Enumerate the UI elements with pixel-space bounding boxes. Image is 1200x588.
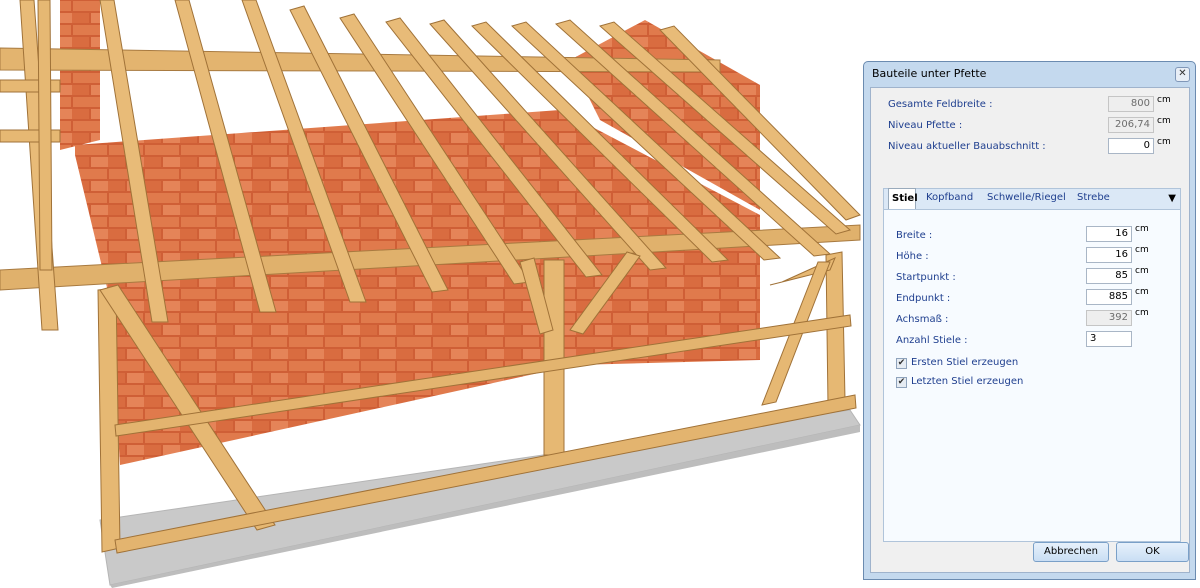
- unit-label: cm: [1135, 308, 1149, 318]
- chevron-down-icon[interactable]: ▼: [1168, 193, 1176, 204]
- unit-label: cm: [1157, 95, 1171, 105]
- brick-gable: [60, 0, 100, 150]
- unit-label: cm: [1157, 116, 1171, 126]
- dialog-title: Bauteile unter Pfette: [872, 67, 987, 80]
- bauteile-dialog: Bauteile unter Pfette ✕ Gesamte Feldbrei…: [863, 61, 1196, 580]
- endpunkt-field[interactable]: 885: [1086, 289, 1132, 305]
- tab-stiel[interactable]: Stiel: [888, 188, 918, 210]
- tab-schwelle-riegel[interactable]: Schwelle/Riegel: [987, 192, 1066, 203]
- unit-label: cm: [1135, 245, 1149, 255]
- ok-button[interactable]: OK: [1116, 542, 1189, 562]
- tab-strebe[interactable]: Strebe: [1077, 192, 1110, 203]
- brick-wall: [75, 110, 760, 465]
- unit-label: cm: [1135, 266, 1149, 276]
- field-label-startpunkt: Startpunkt :: [896, 272, 956, 283]
- anzahl-stiele-field[interactable]: 3: [1086, 331, 1132, 347]
- dialog-client-area: Gesamte Feldbreite : 800 cm Niveau Pfett…: [870, 87, 1190, 573]
- stiel-panel: Breite : 16 cm Höhe : 16 cm Startpunkt :…: [883, 209, 1181, 542]
- niveau-bauabschnitt-field[interactable]: 0: [1108, 138, 1154, 154]
- field-label-niveau-bauabschnitt: Niveau aktueller Bauabschnitt :: [888, 141, 1046, 152]
- checkbox-ersten-stiel[interactable]: ✔: [896, 358, 907, 369]
- field-label-niveau-pfette: Niveau Pfette :: [888, 120, 963, 131]
- unit-label: cm: [1157, 137, 1171, 147]
- feldbreite-field: 800: [1108, 96, 1154, 112]
- unit-label: cm: [1135, 224, 1149, 234]
- close-icon[interactable]: ✕: [1175, 67, 1190, 82]
- cancel-button[interactable]: Abbrechen: [1033, 542, 1109, 562]
- dialog-title-bar[interactable]: Bauteile unter Pfette ✕: [864, 62, 1195, 86]
- niveau-pfette-field: 206,74: [1108, 117, 1154, 133]
- tab-strip: Stiel Kopfband Schwelle/Riegel Strebe ▼: [883, 188, 1181, 210]
- field-label-anzahl-stiele: Anzahl Stiele :: [896, 335, 968, 346]
- hoehe-field[interactable]: 16: [1086, 247, 1132, 263]
- tab-kopfband[interactable]: Kopfband: [926, 192, 973, 203]
- checkbox-label-ersten-stiel: Ersten Stiel erzeugen: [911, 357, 1019, 368]
- field-label-breite: Breite :: [896, 230, 933, 241]
- unit-label: cm: [1135, 287, 1149, 297]
- breite-field[interactable]: 16: [1086, 226, 1132, 242]
- field-label-hoehe: Höhe :: [896, 251, 929, 262]
- startpunkt-field[interactable]: 85: [1086, 268, 1132, 284]
- field-label-feldbreite: Gesamte Feldbreite :: [888, 99, 993, 110]
- checkbox-label-letzten-stiel: Letzten Stiel erzeugen: [911, 376, 1024, 387]
- field-label-endpunkt: Endpunkt :: [896, 293, 951, 304]
- achsmass-field: 392: [1086, 310, 1132, 326]
- checkbox-letzten-stiel[interactable]: ✔: [896, 377, 907, 388]
- field-label-achsmass: Achsmaß :: [896, 314, 949, 325]
